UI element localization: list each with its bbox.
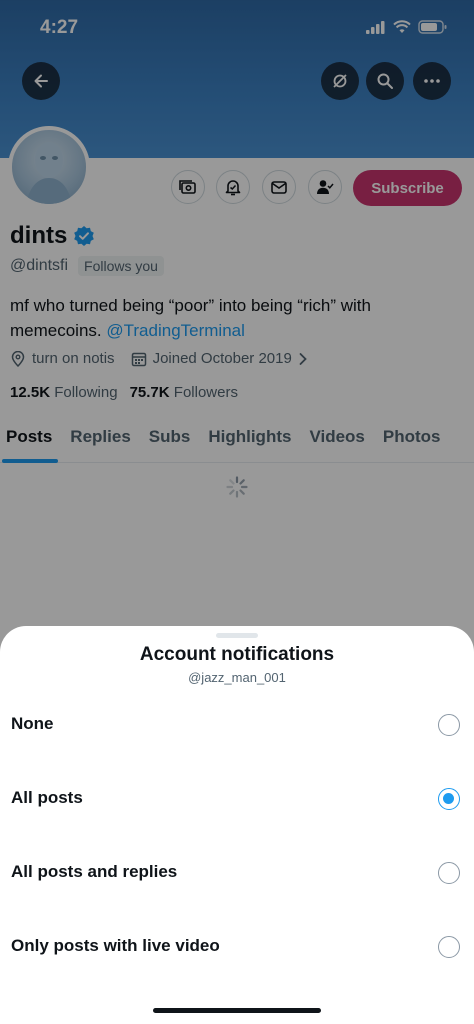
radio-button[interactable] — [438, 862, 460, 884]
sheet-subtitle: @jazz_man_001 — [188, 670, 286, 685]
radio-button[interactable] — [438, 936, 460, 958]
option-none[interactable]: None — [0, 696, 474, 756]
option-label: All posts — [11, 788, 83, 807]
option-all-posts[interactable]: All posts — [0, 770, 474, 830]
home-indicator[interactable] — [153, 1008, 321, 1013]
radio-button[interactable] — [438, 714, 460, 736]
option-all-posts-and-replies[interactable]: All posts and replies — [0, 844, 474, 904]
sheet-title: Account notifications — [139, 644, 335, 665]
account-notifications-sheet: Account notifications @jazz_man_001 None… — [0, 626, 474, 1024]
radio-button-selected[interactable] — [438, 788, 460, 810]
option-label: None — [11, 714, 54, 733]
option-label: All posts and replies — [11, 862, 178, 881]
sheet-grabber[interactable] — [216, 633, 258, 638]
option-label: Only posts with live video — [11, 936, 220, 955]
option-live-video[interactable]: Only posts with live video — [0, 918, 474, 978]
